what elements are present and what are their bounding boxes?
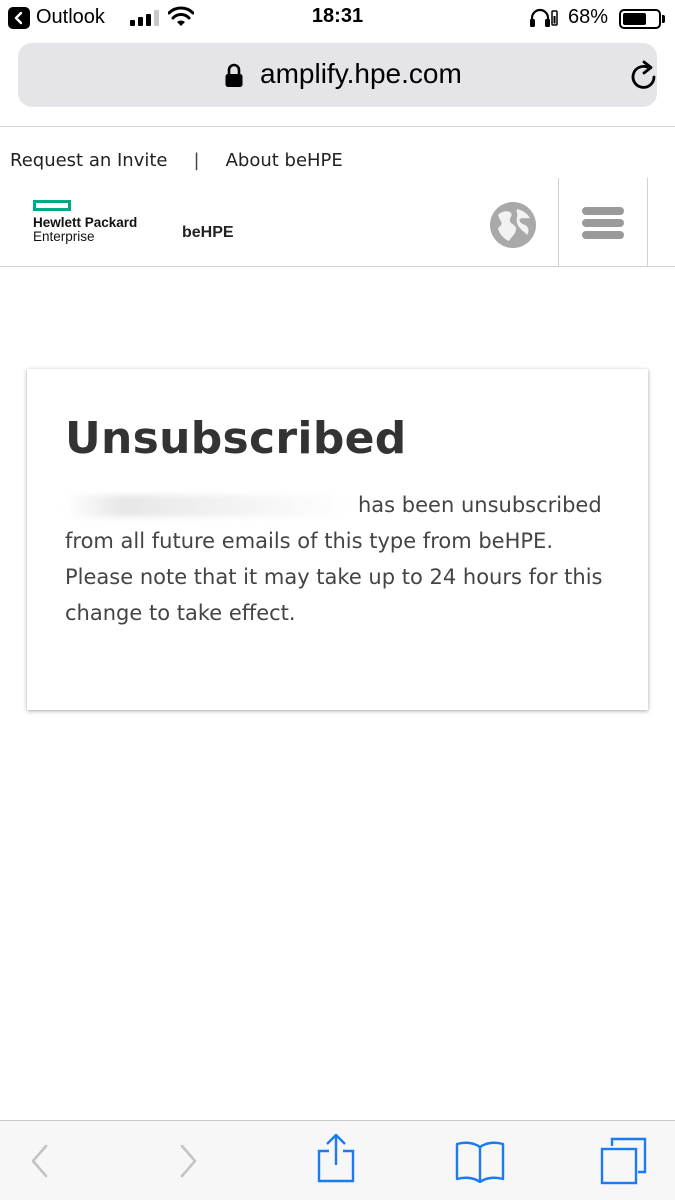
about-link[interactable]: About beHPE	[226, 150, 343, 171]
card-title: Unsubscribed	[65, 413, 407, 464]
brand-name[interactable]: beHPE	[182, 224, 234, 242]
header-divider-right	[647, 178, 648, 266]
browser-divider	[0, 126, 675, 127]
battery-icon	[619, 9, 661, 29]
logo-line-2: Enterprise	[33, 229, 95, 244]
bookmarks-icon[interactable]	[455, 1139, 505, 1183]
tabs-icon[interactable]	[600, 1137, 648, 1185]
url-text: amplify.hpe.com	[260, 58, 462, 89]
card-message: has been unsubscribed from all future em…	[65, 487, 625, 631]
forward-icon[interactable]	[176, 1143, 200, 1179]
logo-line-1: Hewlett Packard	[33, 215, 138, 230]
share-icon[interactable]	[316, 1133, 356, 1183]
header-divider-left	[558, 178, 559, 266]
lock-icon	[225, 63, 243, 87]
battery-tip	[662, 15, 665, 23]
back-icon[interactable]	[28, 1143, 52, 1179]
menu-icon[interactable]	[582, 207, 624, 239]
hpe-logo[interactable]: Hewlett Packard Enterprise	[33, 200, 137, 244]
header-divider	[0, 266, 675, 267]
address-bar[interactable]: amplify.hpe.com	[18, 43, 657, 107]
hpe-logo-mark	[33, 200, 71, 211]
request-invite-link[interactable]: Request an Invite	[10, 150, 168, 171]
globe-icon[interactable]	[489, 201, 537, 249]
headphones-icon	[530, 8, 558, 27]
unsubscribe-card: Unsubscribed has been unsubscribed from …	[27, 369, 648, 710]
redacted-email	[65, 495, 350, 517]
top-links: Request an Invite | About beHPE	[10, 150, 343, 171]
browser-toolbar	[0, 1120, 675, 1200]
battery-percentage: 68%	[568, 6, 609, 28]
status-bar: Outlook 18:31 68%	[0, 0, 675, 38]
link-separator: |	[193, 150, 200, 171]
reload-icon[interactable]	[629, 60, 659, 92]
